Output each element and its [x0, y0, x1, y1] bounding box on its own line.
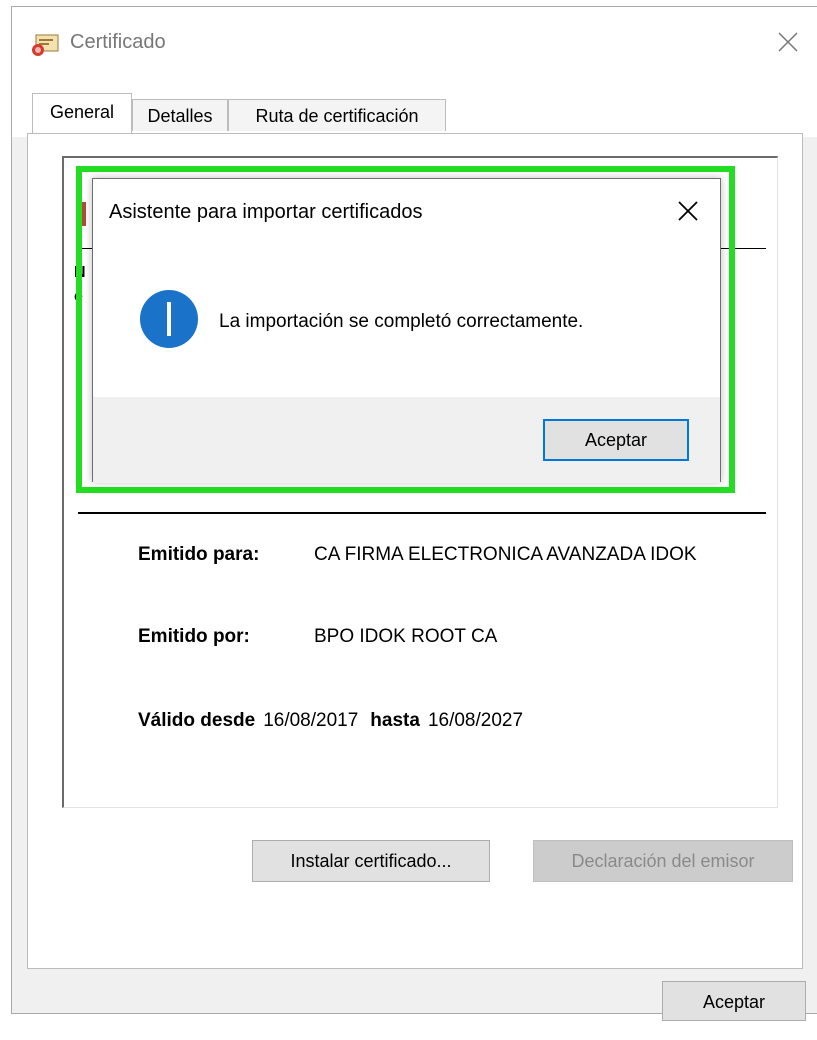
ok-button[interactable]: Aceptar [662, 981, 806, 1021]
install-certificate-button[interactable]: Instalar certificado... [252, 840, 490, 882]
dialog-message: La importación se completó correctamente… [219, 311, 584, 332]
certificate-window: Certificado General Detalles Ruta de cer… [11, 6, 817, 1021]
issued-by-value: BPO IDOK ROOT CA [314, 626, 498, 647]
window-title: Certificado [70, 31, 166, 53]
dialog-title: Asistente para importar certificados [109, 201, 423, 223]
dialog-close-button[interactable] [670, 193, 706, 229]
divider [78, 512, 766, 514]
close-icon [678, 201, 698, 221]
validity-row: Válido desde 16/08/2017 hasta 16/08/2027 [138, 710, 535, 732]
issuer-statement-button: Declaración del emisor [533, 840, 793, 882]
valid-from-label: Válido desde [138, 710, 256, 731]
certificate-icon [32, 34, 59, 56]
import-wizard-dialog: Asistente para importar certificados La … [92, 178, 721, 483]
valid-from-value: 16/08/2017 [263, 710, 359, 731]
tab-detalles[interactable]: Detalles [132, 99, 228, 131]
info-icon [140, 290, 198, 348]
valid-to-value: 16/08/2027 [427, 710, 524, 731]
issued-by-row: Emitido por: BPO IDOK ROOT CA [138, 626, 497, 648]
issued-to-label: Emitido para: [138, 544, 260, 565]
issued-to-value: CA FIRMA ELECTRONICA AVANZADA IDOK [314, 544, 697, 565]
issued-to-row: Emitido para: CA FIRMA ELECTRONICA AVANZA… [138, 544, 697, 566]
dialog-ok-button[interactable]: Aceptar [543, 419, 689, 461]
issued-by-label: Emitido por: [138, 626, 250, 647]
tab-ruta-certificacion[interactable]: Ruta de certificación [228, 99, 446, 131]
tab-strip: General Detalles Ruta de certificación [12, 81, 817, 137]
tab-general[interactable]: General [32, 93, 132, 133]
title-bar: Certificado [12, 7, 817, 81]
close-icon [778, 32, 798, 52]
window-close-button[interactable] [771, 25, 805, 59]
valid-to-label: hasta [370, 710, 420, 731]
